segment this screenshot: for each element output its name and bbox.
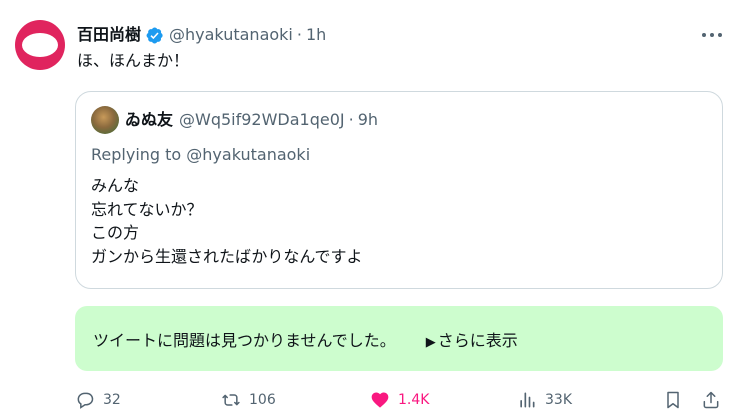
quoted-text-line: 忘れてないか？: [91, 199, 203, 219]
bookmark-button[interactable]: [663, 388, 691, 412]
quoted-text-line: この方: [91, 223, 140, 242]
tweet-header: 百田尚樹 @hyakutanaoki · 1h: [77, 24, 326, 46]
tweet-action-bar: 32 106 1.4K 33K: [75, 388, 723, 412]
separator-dot: ·: [348, 110, 354, 129]
retweet-button[interactable]: 106: [221, 388, 276, 412]
author-avatar[interactable]: [15, 20, 65, 70]
retweet-count: 106: [249, 392, 276, 408]
bookmark-icon: [667, 391, 679, 409]
quoted-text-line: みんな: [91, 176, 140, 195]
reply-count: 32: [103, 392, 121, 408]
quoted-author-avatar[interactable]: [91, 106, 119, 134]
heart-icon: [371, 392, 389, 408]
retweet-icon: [222, 394, 240, 406]
verified-badge-icon: [146, 27, 163, 43]
view-count: 33K: [545, 392, 572, 408]
share-button[interactable]: [701, 388, 729, 412]
note-text: ツイートに問題は見つかりませんでした。: [93, 330, 396, 350]
quoted-text-line: ガンから生還されたばかりなんですよ: [91, 246, 363, 266]
reply-icon: [77, 392, 94, 409]
avatar-logo: [22, 33, 58, 57]
show-more-link[interactable]: ▶ さらに表示: [426, 327, 518, 351]
community-note-box: ツイートに問題は見つかりませんでした。 ▶ さらに表示: [75, 306, 723, 371]
tweet-text: ほ、ほんまか！: [77, 51, 190, 70]
tweet-timestamp[interactable]: 1h: [306, 24, 326, 46]
quoted-tweet[interactable]: ゐぬ友 @Wq5if92WDa1qe0J · 9h Replying to @h…: [75, 91, 723, 289]
quoted-author-handle[interactable]: @Wq5if92WDa1qe0J: [179, 109, 345, 131]
views-bar-chart-icon: [520, 392, 535, 408]
like-button[interactable]: 1.4K: [370, 388, 429, 412]
quoted-tweet-header: ゐぬ友 @Wq5if92WDa1qe0J · 9h: [91, 106, 378, 134]
author-handle[interactable]: @hyakutanaoki: [169, 24, 293, 46]
author-display-name[interactable]: 百田尚樹: [77, 24, 141, 46]
separator-dot: ·: [296, 25, 302, 44]
triangle-right-icon: ▶: [425, 334, 436, 350]
replying-to-label: Replying to @hyakutanaoki: [91, 145, 311, 164]
reply-button[interactable]: 32: [75, 388, 121, 412]
show-more-label: さらに表示: [437, 330, 518, 350]
quoted-author-display-name[interactable]: ゐぬ友: [125, 109, 173, 131]
more-options-icon[interactable]: [700, 24, 724, 46]
views-button[interactable]: 33K: [517, 388, 572, 412]
share-icon: [703, 391, 719, 409]
quoted-tweet-timestamp[interactable]: 9h: [358, 109, 378, 131]
like-count: 1.4K: [398, 392, 430, 408]
quoted-tweet-text: みんな 忘れてないか？ この方 ガンから生還されたばかりなんですよ: [91, 174, 363, 268]
